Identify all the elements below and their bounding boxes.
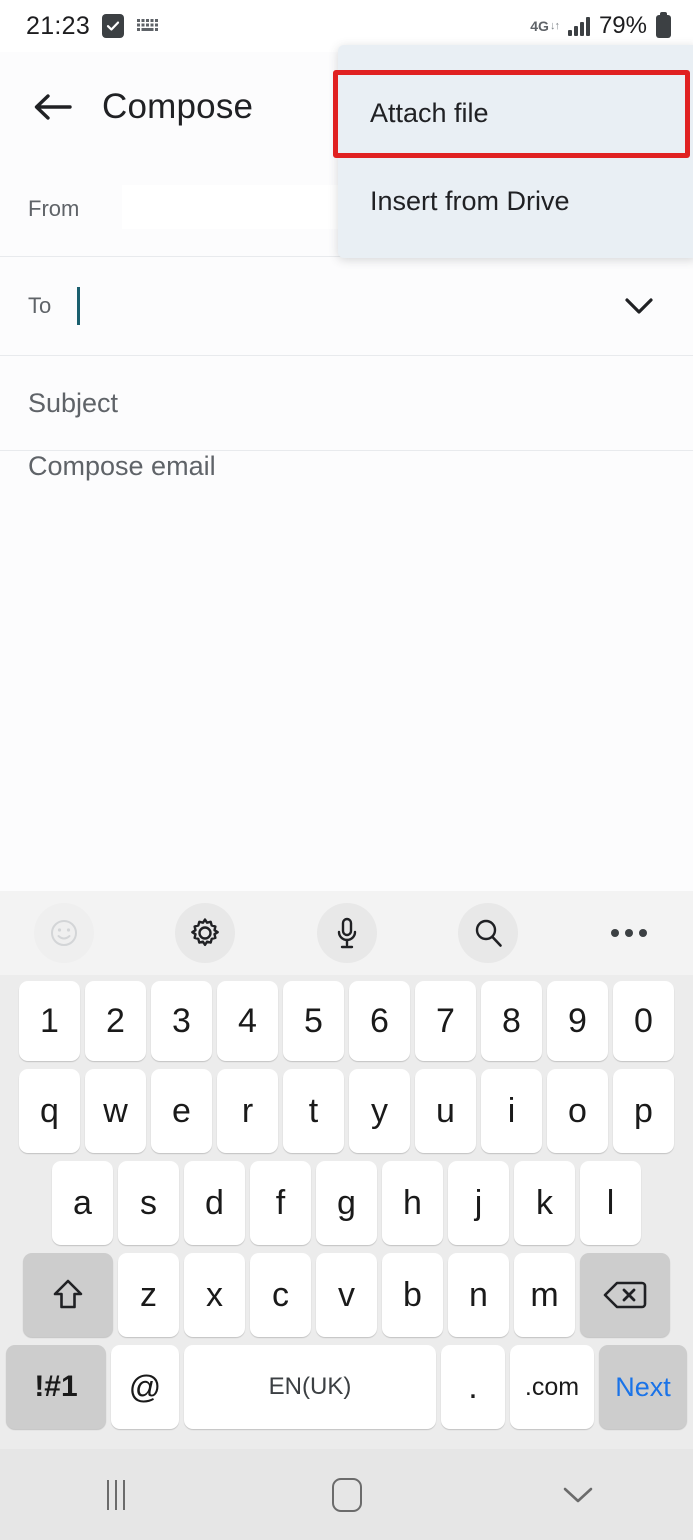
phone-screen: 21:23 4G ↓↑ 79% Compose From To Subject …	[0, 0, 693, 1540]
body-area[interactable]	[0, 451, 693, 891]
battery-full-icon	[656, 11, 671, 38]
keyboard-rows: 1 2 3 4 5 6 7 8 9 0 q w e r t y u i o p …	[0, 975, 693, 1433]
chevron-down-icon[interactable]	[619, 286, 659, 326]
key-j[interactable]: j	[448, 1161, 509, 1245]
menu-item-attach-file[interactable]: Attach file	[338, 69, 693, 157]
key-n[interactable]: n	[448, 1253, 509, 1337]
key-t[interactable]: t	[283, 1069, 344, 1153]
subject-input[interactable]: Subject	[28, 388, 118, 419]
key-h[interactable]: h	[382, 1161, 443, 1245]
key-e[interactable]: e	[151, 1069, 212, 1153]
keyboard-row-numbers: 1 2 3 4 5 6 7 8 9 0	[6, 981, 687, 1061]
period-key[interactable]: .	[441, 1345, 505, 1429]
to-input-caret[interactable]	[77, 287, 81, 325]
keyboard-icon	[136, 17, 162, 35]
key-5[interactable]: 5	[283, 981, 344, 1061]
body-input[interactable]: Compose email	[28, 451, 216, 482]
key-9[interactable]: 9	[547, 981, 608, 1061]
symbols-key[interactable]: !#1	[6, 1345, 106, 1429]
back-arrow-icon[interactable]	[22, 77, 82, 137]
status-bar-right: 4G ↓↑ 79%	[530, 11, 671, 40]
status-bar-left: 21:23	[26, 12, 162, 41]
key-i[interactable]: i	[481, 1069, 542, 1153]
keyboard-row-functions: !#1 @ EN(UK) . .com Next	[6, 1345, 687, 1433]
key-q[interactable]: q	[19, 1069, 80, 1153]
key-g[interactable]: g	[316, 1161, 377, 1245]
key-u[interactable]: u	[415, 1069, 476, 1153]
key-w[interactable]: w	[85, 1069, 146, 1153]
from-value-redacted	[122, 185, 339, 229]
key-x[interactable]: x	[184, 1253, 245, 1337]
microphone-icon[interactable]	[316, 903, 377, 963]
subject-row[interactable]: Subject	[0, 356, 693, 451]
key-y[interactable]: y	[349, 1069, 410, 1153]
key-7[interactable]: 7	[415, 981, 476, 1061]
soft-keyboard: 1 2 3 4 5 6 7 8 9 0 q w e r t y u i o p …	[0, 891, 693, 1449]
key-d[interactable]: d	[184, 1161, 245, 1245]
key-o[interactable]: o	[547, 1069, 608, 1153]
page-title: Compose	[102, 87, 254, 126]
backspace-icon[interactable]	[580, 1253, 670, 1337]
recents-icon[interactable]	[68, 1465, 164, 1525]
at-key[interactable]: @	[111, 1345, 179, 1429]
home-icon[interactable]	[299, 1465, 395, 1525]
key-p[interactable]: p	[613, 1069, 674, 1153]
key-8[interactable]: 8	[481, 981, 542, 1061]
key-v[interactable]: v	[316, 1253, 377, 1337]
key-1[interactable]: 1	[19, 981, 80, 1061]
gear-icon[interactable]	[175, 903, 236, 963]
to-label: To	[28, 293, 52, 318]
to-row[interactable]: To	[0, 257, 693, 356]
key-r[interactable]: r	[217, 1069, 278, 1153]
emoji-icon[interactable]	[34, 903, 94, 963]
search-icon[interactable]	[457, 903, 518, 963]
key-l[interactable]: l	[580, 1161, 641, 1245]
key-f[interactable]: f	[250, 1161, 311, 1245]
overflow-dots-icon[interactable]	[599, 903, 659, 963]
keyboard-row-home: a s d f g h j k l	[6, 1161, 687, 1245]
key-m[interactable]: m	[514, 1253, 575, 1337]
overflow-menu: Attach file Insert from Drive	[338, 45, 693, 258]
keyboard-row-top: q w e r t y u i o p	[6, 1069, 687, 1153]
dotcom-key[interactable]: .com	[510, 1345, 594, 1429]
key-4[interactable]: 4	[217, 981, 278, 1061]
menu-item-label: Insert from Drive	[370, 185, 570, 216]
system-nav-bar	[0, 1449, 693, 1540]
space-key[interactable]: EN(UK)	[184, 1345, 436, 1429]
network-type-icon: 4G ↓↑	[530, 18, 560, 34]
key-6[interactable]: 6	[349, 981, 410, 1061]
key-s[interactable]: s	[118, 1161, 179, 1245]
key-2[interactable]: 2	[85, 981, 146, 1061]
data-arrows-icon: ↓↑	[549, 19, 560, 32]
keyboard-row-bottom: z x c v b n m	[6, 1253, 687, 1337]
next-action-key[interactable]: Next	[599, 1345, 687, 1429]
key-a[interactable]: a	[52, 1161, 113, 1245]
hide-keyboard-chevron-down-icon[interactable]	[530, 1465, 626, 1525]
battery-percent-label: 79%	[598, 12, 647, 39]
menu-item-insert-from-drive[interactable]: Insert from Drive	[338, 157, 693, 245]
from-label: From	[28, 196, 80, 221]
shift-arrow-icon[interactable]	[23, 1253, 113, 1337]
status-time: 21:23	[26, 11, 91, 40]
network-type-label: 4G	[530, 18, 549, 34]
menu-item-label: Attach file	[370, 97, 489, 128]
checkbox-checked-icon	[102, 14, 125, 38]
key-0[interactable]: 0	[613, 981, 674, 1061]
key-3[interactable]: 3	[151, 981, 212, 1061]
keyboard-toolbar	[0, 891, 693, 975]
key-c[interactable]: c	[250, 1253, 311, 1337]
key-k[interactable]: k	[514, 1161, 575, 1245]
signal-bars-icon	[567, 16, 590, 36]
key-b[interactable]: b	[382, 1253, 443, 1337]
key-z[interactable]: z	[118, 1253, 179, 1337]
